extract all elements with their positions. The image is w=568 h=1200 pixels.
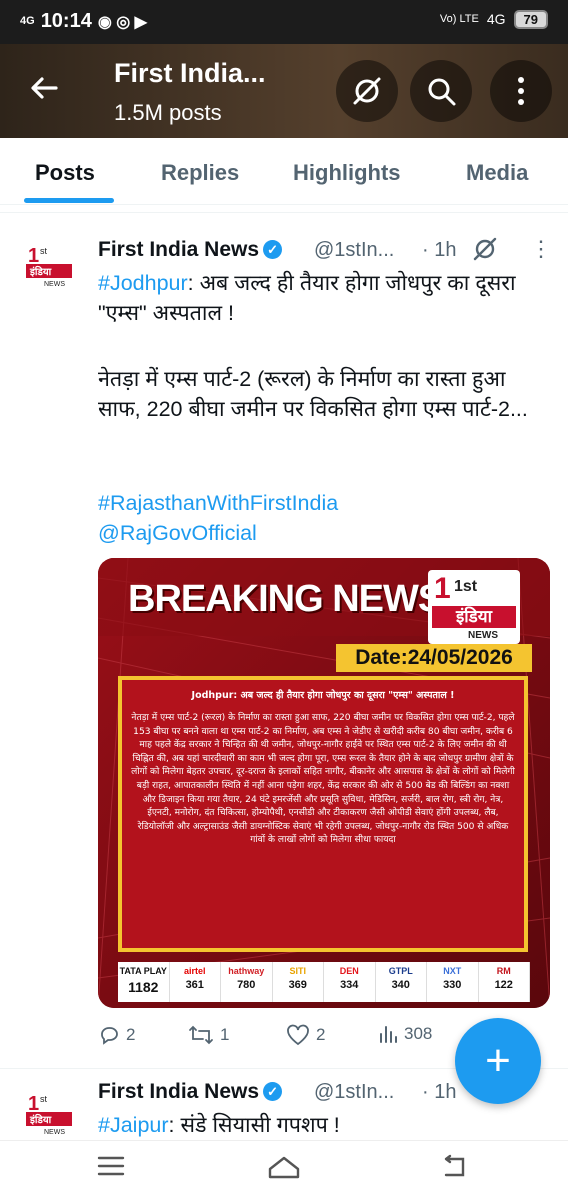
channel-logo-siti: SITI 369 xyxy=(273,962,324,1002)
channel-logo-den: DEN 334 xyxy=(324,962,376,1002)
channel-logo-airtel: airtel 361 xyxy=(170,962,221,1002)
channel-logo-rm: RM 122 xyxy=(479,962,530,1002)
svg-text:1: 1 xyxy=(28,245,39,267)
author-handle: @1stIn... xyxy=(314,1081,395,1103)
post-count: 1.5M posts xyxy=(114,100,222,125)
channel-number: 122 xyxy=(494,979,513,991)
news-text-box: Jodhpur: अब जल्द ही तैयार होगा जोधपुर का… xyxy=(118,676,528,952)
profile-tabs: Posts Replies Highlights Media xyxy=(0,138,568,205)
mention-link[interactable]: @RajGovOfficial xyxy=(98,518,543,548)
tab-highlights[interactable]: Highlights xyxy=(293,160,401,186)
channel-name: SITI xyxy=(289,966,306,976)
post-time: · 1h xyxy=(422,1081,457,1103)
svg-text:st: st xyxy=(40,1094,48,1104)
breaking-news-banner: BREAKING NEWS xyxy=(128,578,443,620)
like-icon xyxy=(287,1024,309,1046)
views-icon xyxy=(380,1026,397,1043)
channel-logo-tata-play: TATA PLAY 1182 xyxy=(118,962,170,1002)
search-icon[interactable] xyxy=(410,60,472,122)
back-arrow-icon[interactable] xyxy=(28,72,60,110)
post-more-icon[interactable]: ⋮ xyxy=(530,236,552,262)
notification-icons: ◉ ◎ ▶ xyxy=(97,13,147,31)
channel-name: DEN xyxy=(339,966,359,976)
channel-number: 334 xyxy=(340,979,359,991)
network-indicator: 4G xyxy=(20,15,35,27)
verified-badge-icon: ✓ xyxy=(263,240,283,259)
channel-number: 361 xyxy=(185,979,204,991)
channel-logo-hathway: hathway 780 xyxy=(221,962,273,1002)
tab-replies[interactable]: Replies xyxy=(161,160,239,186)
profile-header: First India... 1.5M posts xyxy=(0,44,568,138)
channel-number: 369 xyxy=(288,979,307,991)
svg-text:इंडिया: इंडिया xyxy=(29,265,52,278)
channel-name: RM xyxy=(496,966,511,976)
svg-text:st: st xyxy=(40,246,48,256)
active-tab-indicator xyxy=(24,198,114,203)
svg-text:इंडिया: इंडिया xyxy=(29,1113,52,1126)
battery-indicator: 79 xyxy=(513,10,548,29)
hashtag-link[interactable]: #RajasthanWithFirstIndia xyxy=(98,488,543,518)
channel-strip: TATA PLAY 1182 airtel 361 hathway 780 SITI 369 D… xyxy=(118,962,530,1002)
menu-icon[interactable] xyxy=(96,1153,126,1187)
date-label: Date:24/05/2026 xyxy=(336,644,532,672)
more-vertical-icon[interactable] xyxy=(490,60,552,122)
channel-number: 780 xyxy=(237,979,256,991)
svg-text:1: 1 xyxy=(28,1093,39,1115)
reply-button[interactable]: 2 xyxy=(98,1024,135,1046)
back-nav-icon[interactable] xyxy=(440,1153,470,1187)
channel-name: GTPL xyxy=(388,966,413,976)
post-text: #Jaipur: संडे सियासी गपशप ! xyxy=(98,1113,340,1137)
clock: 10:14 xyxy=(40,10,92,32)
tab-posts[interactable]: Posts xyxy=(35,160,95,186)
profile-title: First India... xyxy=(114,58,266,88)
author-name[interactable]: First India News ✓ xyxy=(98,1080,283,1104)
svg-text:NEWS: NEWS xyxy=(44,1129,65,1136)
network-indicator-right: 4G xyxy=(486,11,506,27)
verified-badge-icon: ✓ xyxy=(263,1082,283,1101)
channel-logo-gtpl: GTPL 340 xyxy=(376,962,427,1002)
channel-number: 1182 xyxy=(128,979,159,995)
post-image[interactable]: BREAKING NEWS 1 1st इंडिया NEWS Date:24/… xyxy=(98,558,550,1008)
views-button[interactable]: 308 xyxy=(378,1024,432,1044)
grok-icon[interactable] xyxy=(336,60,398,122)
reply-icon xyxy=(101,1027,118,1045)
compose-plus-icon[interactable]: + xyxy=(455,1018,541,1104)
status-bar: 4G 10:14 ◉ ◎ ▶ Vo) LTE 4G 79 xyxy=(0,0,568,44)
volte-indicator: Vo) LTE xyxy=(439,13,479,25)
post-text-para: नेतड़ा में एम्स पार्ट-2 (रूरल) के निर्मा… xyxy=(98,367,528,421)
post-text: #Jodhpur: अब जल्द ही तैयार होगा जोधपुर क… xyxy=(98,271,516,325)
avatar[interactable]: 1st इंडिया NEWS xyxy=(24,240,74,290)
news-headline: Jodhpur: अब जल्द ही तैयार होगा जोधपुर का… xyxy=(191,690,455,701)
grok-icon[interactable] xyxy=(472,236,498,267)
channel-number: 340 xyxy=(391,979,410,991)
hashtag-link[interactable]: #Jodhpur xyxy=(98,271,188,295)
news-body: नेतड़ा में एम्स पार्ट-2 (रूरल) के निर्मा… xyxy=(131,713,515,846)
svg-text:NEWS: NEWS xyxy=(44,281,65,288)
avatar[interactable]: 1st इंडिया NEWS xyxy=(24,1088,74,1138)
divider xyxy=(0,212,568,213)
channel-name: airtel xyxy=(183,966,206,976)
hashtag-link[interactable]: #Jaipur xyxy=(98,1113,169,1137)
repost-icon xyxy=(189,1025,213,1045)
channel-number: 330 xyxy=(443,979,462,991)
home-icon[interactable] xyxy=(266,1153,302,1187)
author-name[interactable]: First India News ✓ xyxy=(98,238,283,262)
author-handle: @1stIn... xyxy=(314,239,395,261)
tab-media[interactable]: Media xyxy=(466,160,528,186)
channel-name: NXT xyxy=(443,966,462,976)
like-button[interactable]: 2 xyxy=(286,1024,325,1046)
channel-name: TATA PLAY xyxy=(119,966,167,976)
channel-logo-nxt: NXT 330 xyxy=(427,962,479,1002)
repost-button[interactable]: 1 xyxy=(188,1024,229,1046)
channel-name: hathway xyxy=(228,966,265,976)
post-time: · 1h xyxy=(422,239,457,261)
system-nav-bar xyxy=(0,1140,568,1200)
channel-logo: 1 1st इंडिया NEWS xyxy=(428,570,520,644)
